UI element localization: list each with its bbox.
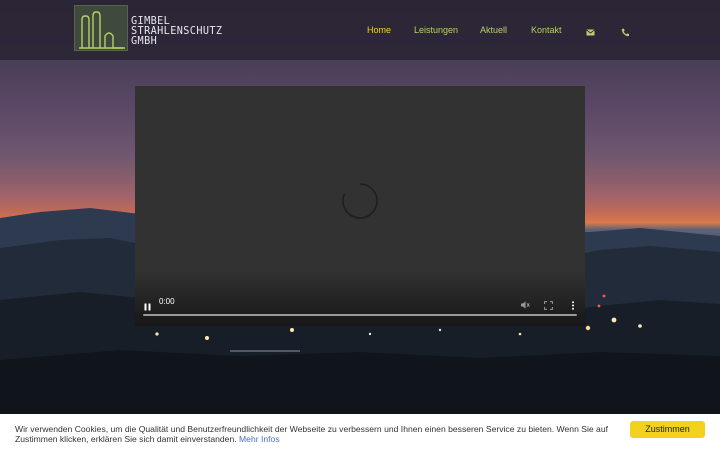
cookie-banner: Wir verwenden Cookies, um die Qualität u… [0, 414, 720, 450]
video-time: 0:00 [159, 297, 175, 306]
nav-aktuell[interactable]: Aktuell [480, 25, 507, 35]
loading-spinner-icon [342, 183, 378, 219]
mute-icon[interactable] [520, 297, 530, 315]
nav-leistungen[interactable]: Leistungen [414, 25, 458, 35]
cookie-more-info-link[interactable]: Mehr Infos [239, 434, 280, 444]
envelope-icon[interactable] [586, 24, 595, 42]
cookie-message: Wir verwenden Cookies, um die Qualität u… [15, 424, 615, 444]
brand-name: GIMBEL STRAHLENSCHUTZ GMBH [131, 16, 241, 47]
video-progress-bar[interactable] [143, 314, 577, 316]
video-controls-overlay [135, 271, 585, 326]
cookie-text: Wir verwenden Cookies, um die Qualität u… [15, 424, 608, 444]
cookie-accept-button[interactable]: Zustimmen [630, 421, 705, 438]
nav-kontakt[interactable]: Kontakt [531, 25, 562, 35]
brand-line-3: GMBH [131, 36, 158, 47]
brand-logo[interactable] [74, 5, 128, 51]
fullscreen-icon[interactable] [544, 297, 553, 315]
video-player[interactable]: 0:00 [135, 86, 585, 326]
power-plant-logo-icon [79, 11, 125, 49]
site-header: GIMBEL STRAHLENSCHUTZ GMBH Home Leistung… [0, 0, 720, 60]
phone-icon[interactable] [621, 24, 630, 42]
more-options-icon[interactable] [571, 297, 575, 315]
nav-home[interactable]: Home [367, 25, 391, 35]
